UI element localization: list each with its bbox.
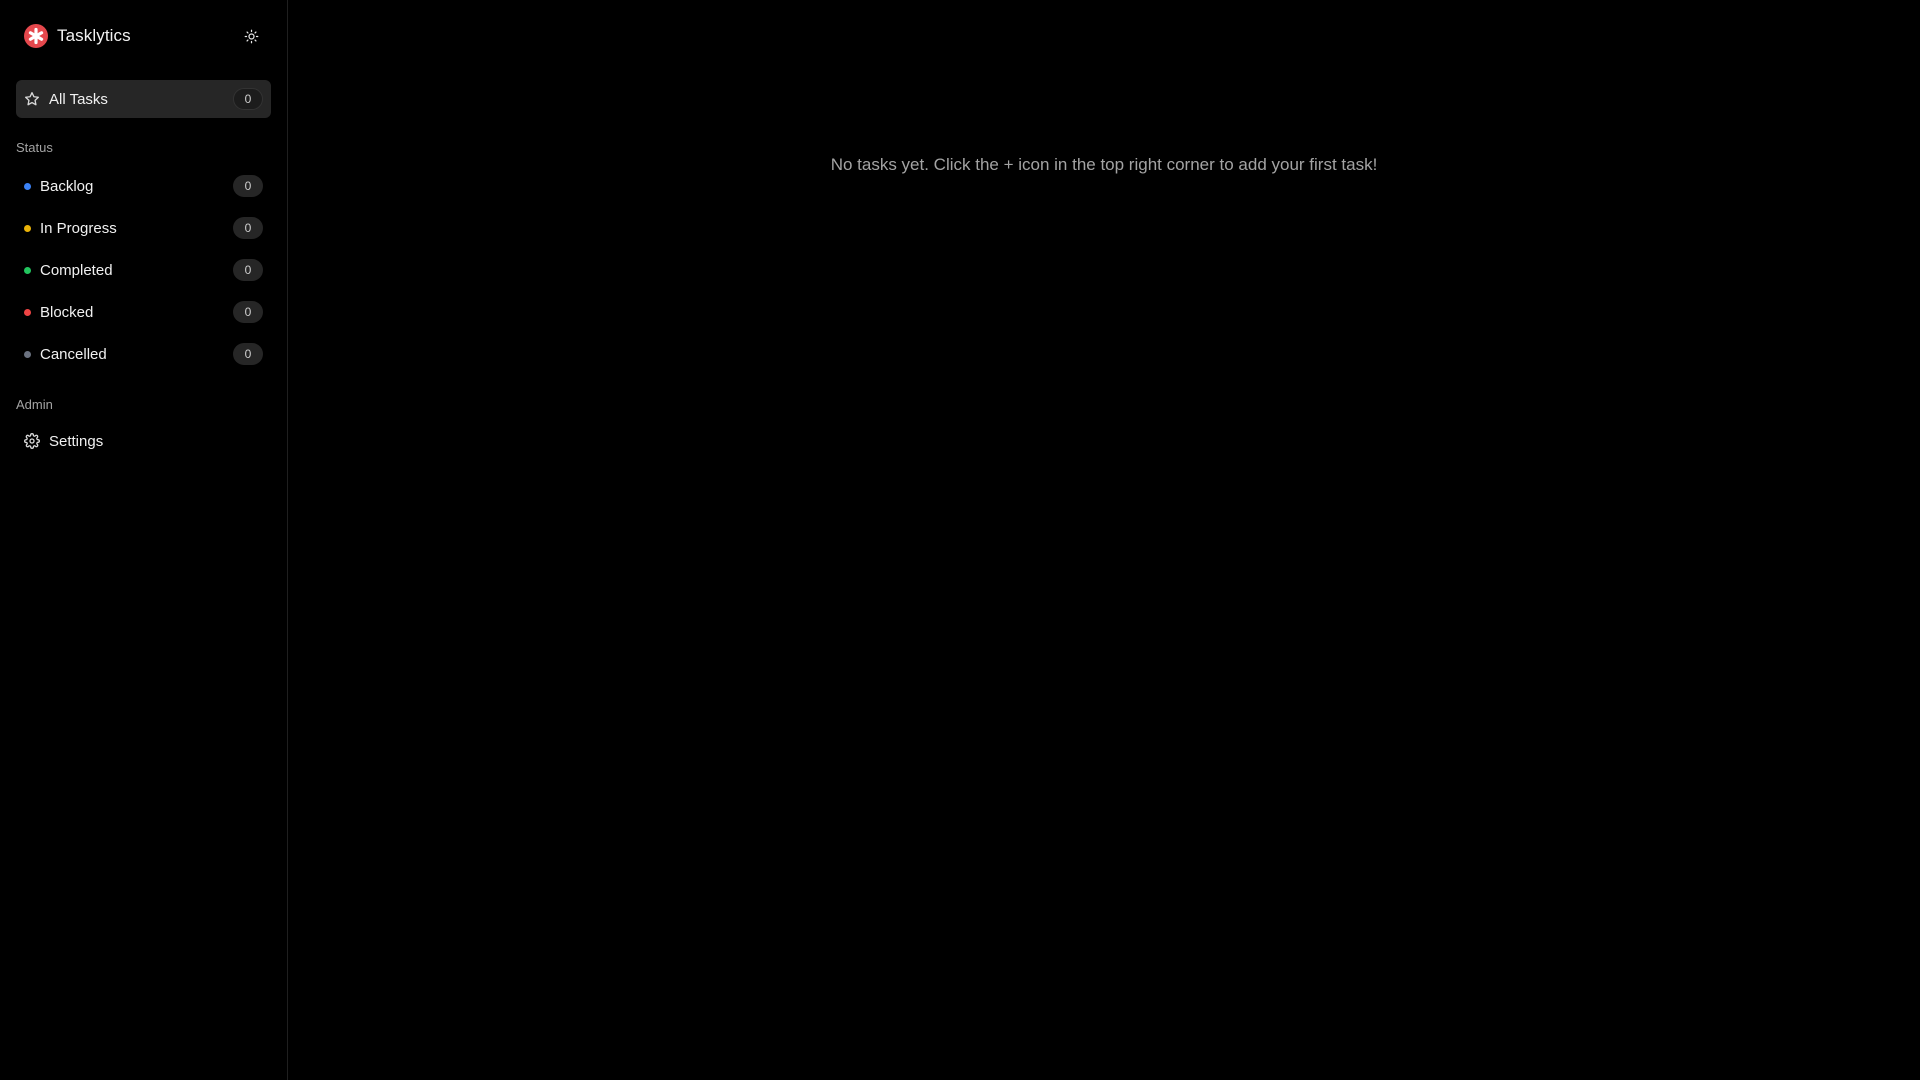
status-dot-in-progress — [24, 224, 31, 232]
asterisk-logo-icon — [24, 24, 48, 48]
count-badge-all-tasks: 0 — [233, 88, 263, 110]
nav-item-in-progress[interactable]: In Progress 0 — [16, 207, 271, 249]
status-dot-cancelled — [24, 350, 31, 358]
brand-row: Tasklytics — [16, 0, 271, 72]
status-dot-backlog — [24, 182, 31, 190]
nav-label-cancelled: Cancelled — [40, 345, 107, 363]
nav-label-completed: Completed — [40, 261, 113, 279]
nav-label-all-tasks: All Tasks — [49, 90, 108, 108]
nav-label-blocked: Blocked — [40, 303, 94, 321]
main-content: No tasks yet. Click the + icon in the to… — [288, 0, 1920, 1080]
app-root: Tasklytics All Tasks 0 Status Backlog 0 … — [0, 0, 1920, 1080]
nav-item-cancelled[interactable]: Cancelled 0 — [16, 333, 271, 375]
status-dot-completed — [24, 266, 31, 274]
count-badge-in-progress: 0 — [233, 217, 263, 239]
nav-item-all-tasks[interactable]: All Tasks 0 — [16, 80, 271, 118]
status-section-label: Status — [16, 140, 53, 155]
count-badge-cancelled: 0 — [233, 343, 263, 365]
star-icon — [25, 92, 39, 106]
nav-item-settings[interactable]: Settings — [16, 422, 271, 460]
theme-toggle-button[interactable] — [239, 24, 263, 48]
nav-label-backlog: Backlog — [40, 177, 94, 195]
gear-icon — [24, 433, 40, 449]
sun-icon — [244, 29, 258, 43]
sidebar: Tasklytics All Tasks 0 Status Backlog 0 … — [0, 0, 288, 1080]
count-badge-backlog: 0 — [233, 175, 263, 197]
status-list: Backlog 0 In Progress 0 Completed 0 Bloc… — [16, 165, 271, 375]
empty-state-message: No tasks yet. Click the + icon in the to… — [830, 155, 1378, 174]
status-dot-blocked — [24, 308, 31, 316]
app-name: Tasklytics — [57, 26, 131, 45]
count-badge-completed: 0 — [233, 259, 263, 281]
nav-label-settings: Settings — [49, 432, 104, 450]
nav-label-in-progress: In Progress — [40, 219, 117, 237]
nav-item-blocked[interactable]: Blocked 0 — [16, 291, 271, 333]
admin-section: Admin Settings — [16, 397, 271, 460]
nav-item-backlog[interactable]: Backlog 0 — [16, 165, 271, 207]
count-badge-blocked: 0 — [233, 301, 263, 323]
admin-section-label: Admin — [16, 397, 53, 412]
brand[interactable]: Tasklytics — [24, 24, 131, 48]
nav-item-completed[interactable]: Completed 0 — [16, 249, 271, 291]
